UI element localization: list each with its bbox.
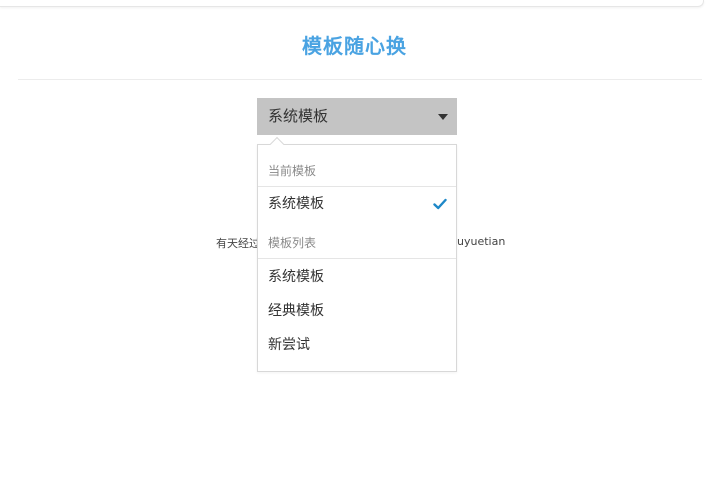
template-option[interactable]: 经典模板 [258,295,456,327]
dropdown-pointer [269,136,285,152]
template-select-value: 系统模板 [268,107,329,125]
top-border [0,0,704,7]
template-option[interactable]: 系统模板 [258,261,456,293]
template-dropdown-menu: 当前模板 系统模板 模板列表 系统模板 经典模板 新尝试 [257,136,457,372]
template-list-header: 模板列表 [258,227,456,259]
page-title: 模板随心换 [302,34,407,58]
caption-text-left: 有天经过 [216,237,260,250]
header-divider [18,79,702,80]
template-option[interactable]: 新尝试 [258,329,456,361]
template-select[interactable]: 系统模板 [257,98,457,135]
current-template-label: 系统模板 [268,196,324,212]
current-template-item[interactable]: 系统模板 [258,188,456,220]
page: 模板随心换 系统模板 有天经过 uyuetian 当前模板 系统模板 模板列表 … [0,0,709,485]
current-template-header: 当前模板 [258,155,456,187]
caption-text-right: uyuetian [457,235,506,248]
check-icon [433,198,447,210]
caret-down-icon [438,114,448,120]
